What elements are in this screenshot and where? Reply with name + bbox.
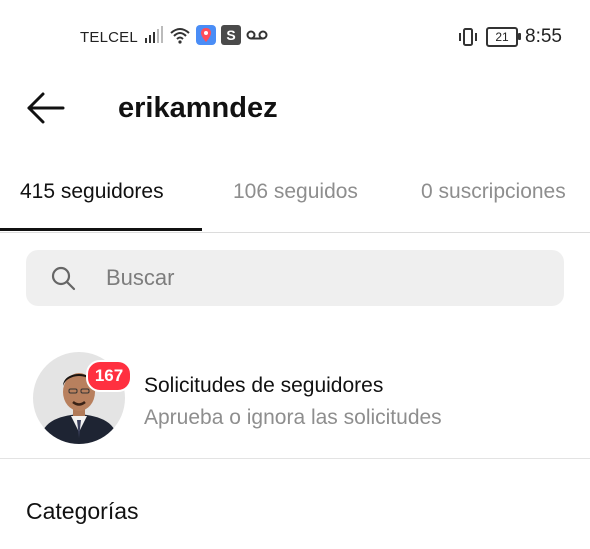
section-divider bbox=[0, 458, 590, 459]
status-right: 21 8:55 bbox=[457, 26, 562, 48]
search-input[interactable]: Buscar bbox=[26, 250, 564, 306]
wifi-icon bbox=[170, 28, 190, 44]
tab-subscriptions[interactable]: 0 suscripciones bbox=[421, 180, 566, 204]
carrier-label: TELCEL bbox=[80, 29, 138, 46]
tab-followers[interactable]: 415 seguidores bbox=[20, 180, 164, 204]
categories-heading: Categorías bbox=[26, 498, 139, 524]
status-icons: S bbox=[144, 25, 268, 45]
arrow-left-icon bbox=[27, 92, 65, 124]
tab-bar: 415 seguidores 106 seguidos 0 suscripcio… bbox=[0, 166, 590, 233]
svg-text:S: S bbox=[226, 27, 235, 43]
back-button[interactable] bbox=[26, 90, 66, 126]
signal-icon bbox=[145, 26, 163, 43]
search-placeholder: Buscar bbox=[106, 265, 175, 290]
s-app-icon: S bbox=[221, 25, 241, 45]
battery-icon: 21 bbox=[486, 27, 522, 47]
battery-level: 21 bbox=[495, 30, 509, 44]
profile-header: erikamndez bbox=[0, 80, 590, 136]
page-title: erikamndez bbox=[118, 92, 278, 124]
tab-following[interactable]: 106 seguidos bbox=[233, 180, 358, 204]
follow-requests-title: Solicitudes de seguidores bbox=[144, 374, 384, 397]
active-tab-indicator bbox=[0, 228, 202, 231]
follow-requests-row[interactable]: 167 Solicitudes de seguidores Aprueba o … bbox=[0, 344, 590, 456]
vibrate-icon bbox=[459, 28, 478, 46]
follow-requests-subtitle: Aprueba o ignora las solicitudes bbox=[144, 406, 442, 429]
status-bar: TELCEL S 21 8:55 bbox=[0, 0, 590, 60]
voicemail-icon bbox=[246, 30, 268, 40]
location-app-icon bbox=[196, 25, 216, 45]
search-icon bbox=[51, 266, 76, 291]
clock: 8:55 bbox=[525, 26, 562, 47]
follow-requests-badge: 167 bbox=[86, 360, 132, 392]
